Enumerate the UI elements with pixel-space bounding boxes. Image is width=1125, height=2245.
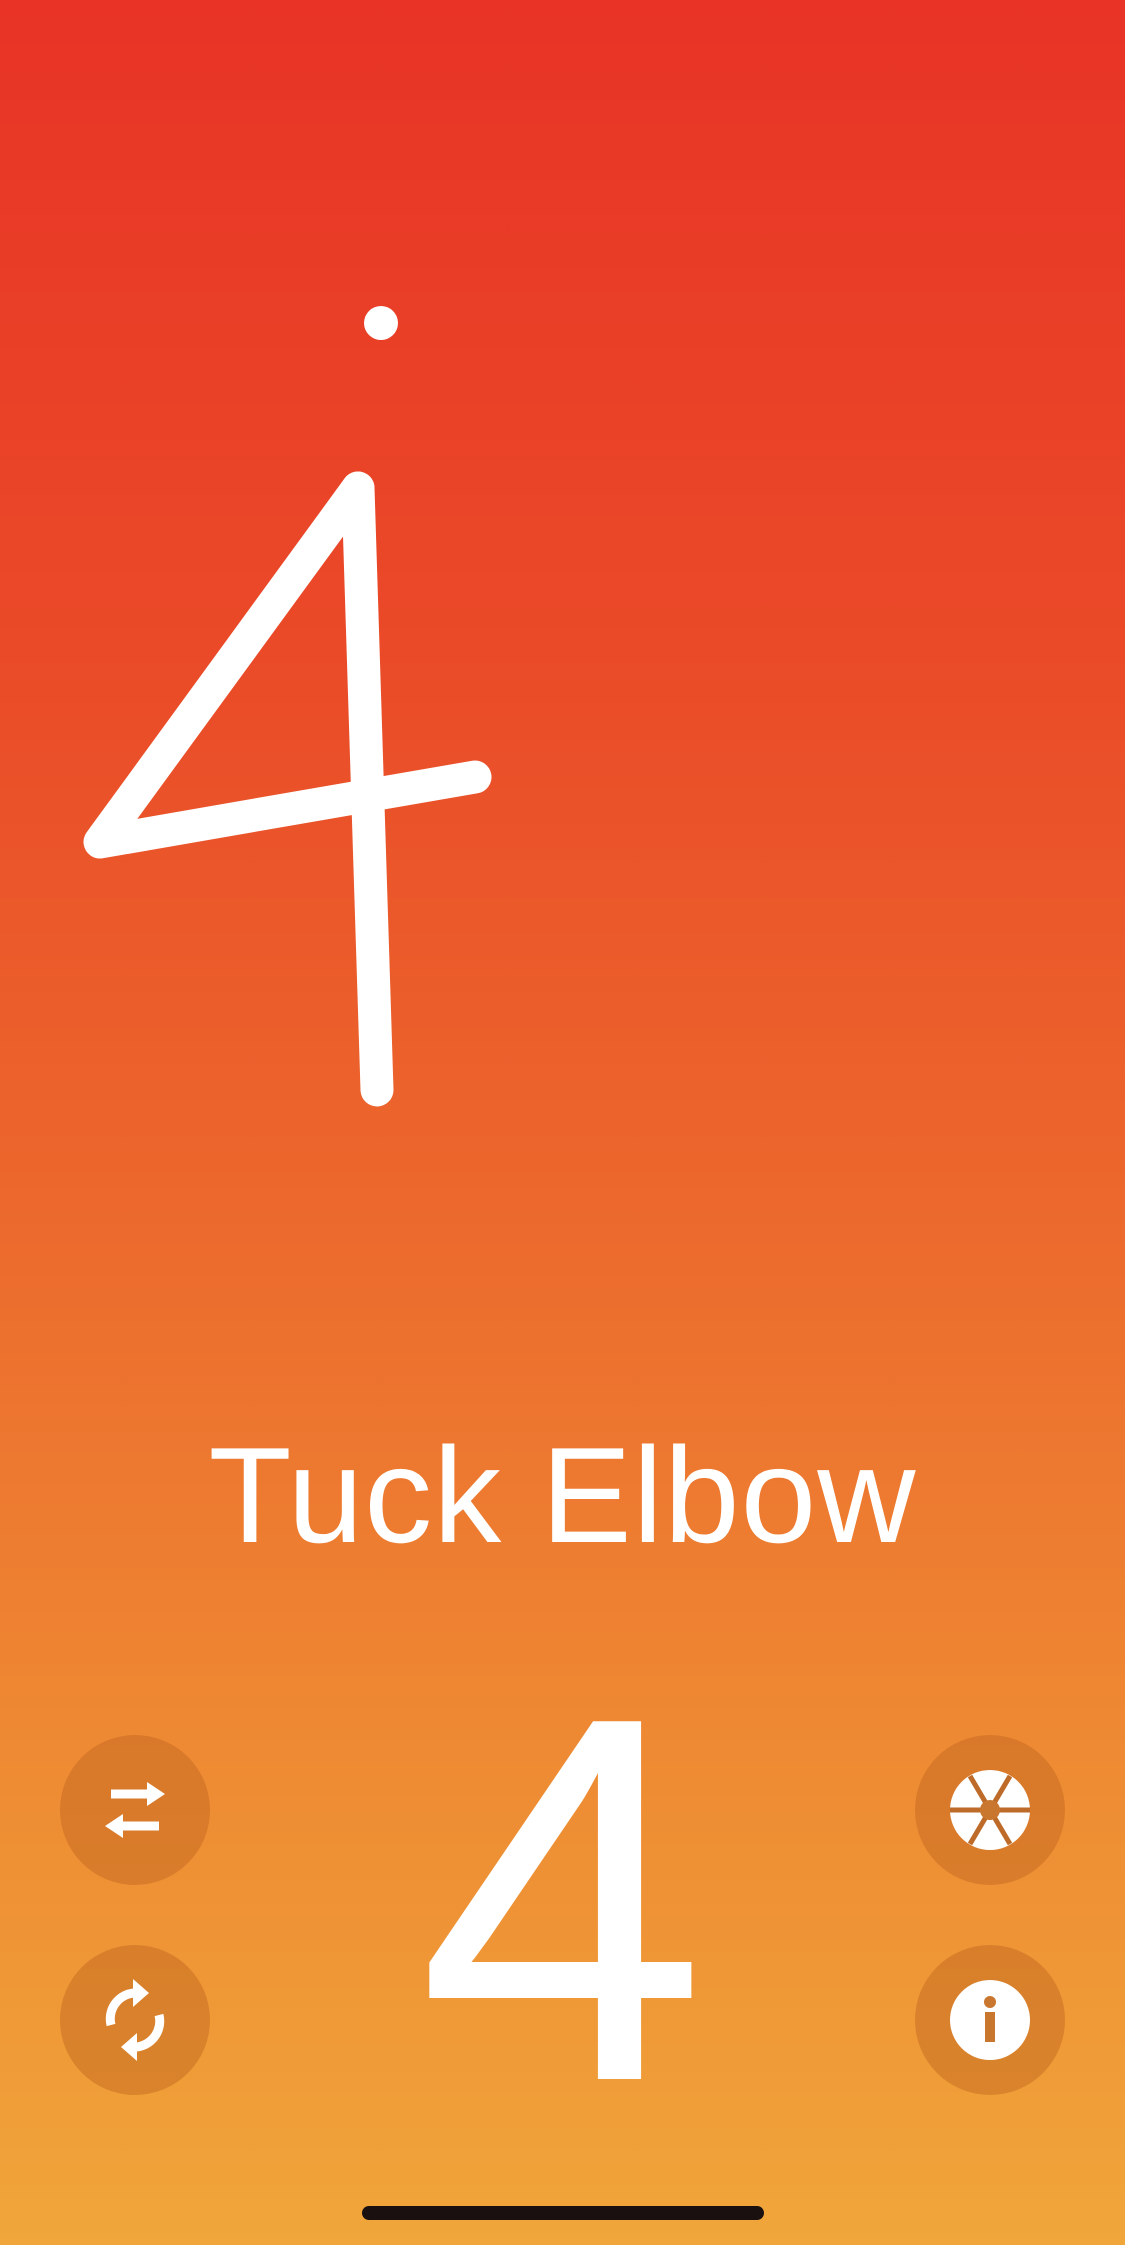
repeat-cycle-icon <box>105 1979 165 2061</box>
handwritten-four-glyph <box>83 306 492 1107</box>
info-button[interactable] <box>915 1945 1065 2095</box>
repeat-button[interactable] <box>60 1945 210 2095</box>
exercise-title: Tuck Elbow <box>208 1419 917 1571</box>
info-icon <box>950 1980 1030 2060</box>
camera-shutter-button[interactable] <box>915 1735 1065 1885</box>
aperture-icon <box>950 1770 1030 1850</box>
app-screen: Tuck Elbow 4 <box>0 0 1125 2245</box>
glyph-stroke-diagonal <box>83 471 492 859</box>
rep-counter: 4 <box>417 1609 707 2190</box>
swap-arrows-icon <box>105 1782 165 1838</box>
glyph-dot <box>364 306 398 340</box>
home-indicator[interactable] <box>362 2206 764 2220</box>
glyph-stroke-vertical <box>341 471 394 1107</box>
swap-button[interactable] <box>60 1735 210 1885</box>
